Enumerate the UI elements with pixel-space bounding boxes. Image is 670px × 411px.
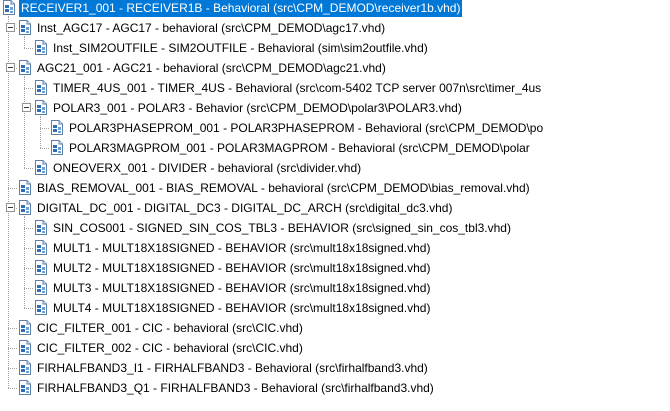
vhdl-file-icon	[34, 80, 48, 95]
vhdl-file-icon	[34, 280, 48, 295]
collapse-minus-icon[interactable]	[6, 23, 15, 32]
collapse-minus-icon[interactable]	[6, 63, 15, 72]
vhdl-file-icon	[34, 240, 48, 255]
vhdl-file-icon	[18, 380, 32, 395]
tree-item-cic-filter-002[interactable]: CIC_FILTER_002 - CIC - behavioral (src\C…	[0, 339, 670, 357]
collapse-minus-icon[interactable]	[22, 103, 31, 112]
vhdl-file-icon	[34, 260, 48, 275]
hierarchy-tree[interactable]: RECEIVER1_001 - RECEIVER1B - Behavioral …	[0, 0, 670, 411]
tree-item-mult3[interactable]: MULT3 - MULT18X18SIGNED - BEHAVIOR (src\…	[0, 279, 670, 297]
tree-item-label: POLAR3MAGPROM_001 - POLAR3MAGPROM - Beha…	[69, 141, 530, 155]
collapse-minus-icon[interactable]	[6, 203, 15, 212]
tree-item-agc21-001[interactable]: AGC21_001 - AGC21 - behavioral (src\CPM_…	[0, 59, 670, 77]
tree-item-polar3magprom-001[interactable]: POLAR3MAGPROM_001 - POLAR3MAGPROM - Beha…	[0, 139, 670, 157]
tree-item-timer-4us-001[interactable]: TIMER_4US_001 - TIMER_4US - Behavioral (…	[0, 79, 670, 97]
vhdl-file-icon	[2, 0, 16, 15]
tree-item-sin-cos001[interactable]: SIN_COS001 - SIGNED_SIN_COS_TBL3 - BEHAV…	[0, 219, 670, 237]
vhdl-file-icon	[50, 120, 64, 135]
tree-item-label: DIGITAL_DC_001 - DIGITAL_DC3 - DIGITAL_D…	[37, 201, 453, 215]
tree-item-oneoverx-001[interactable]: ONEOVERX_001 - DIVIDER - behavioral (src…	[0, 159, 670, 177]
vhdl-file-icon	[34, 300, 48, 315]
tree-item-label: CIC_FILTER_001 - CIC - behavioral (src\C…	[37, 321, 303, 335]
tree-item-polar3-001[interactable]: POLAR3_001 - POLAR3 - Behavior (src\CPM_…	[0, 99, 670, 117]
tree-item-label: Inst_AGC17 - AGC17 - behavioral (src\CPM…	[37, 21, 386, 35]
tree-item-mult2[interactable]: MULT2 - MULT18X18SIGNED - BEHAVIOR (src\…	[0, 259, 670, 277]
tree-item-polar3phaseprom-001[interactable]: POLAR3PHASEPROM_001 - POLAR3PHASEPROM - …	[0, 119, 670, 137]
vhdl-file-icon	[18, 20, 32, 35]
tree-item-inst-agc17[interactable]: Inst_AGC17 - AGC17 - behavioral (src\CPM…	[0, 19, 670, 37]
tree-item-label: AGC21_001 - AGC21 - behavioral (src\CPM_…	[37, 61, 386, 75]
tree-item-label: SIN_COS001 - SIGNED_SIN_COS_TBL3 - BEHAV…	[53, 221, 511, 235]
tree-item-mult4[interactable]: MULT4 - MULT18X18SIGNED - BEHAVIOR (src\…	[0, 299, 670, 317]
vhdl-file-icon	[18, 200, 32, 215]
tree-item-label: MULT3 - MULT18X18SIGNED - BEHAVIOR (src\…	[53, 281, 431, 295]
vhdl-file-icon	[34, 220, 48, 235]
tree-item-label: TIMER_4US_001 - TIMER_4US - Behavioral (…	[53, 81, 542, 95]
tree-item-label: FIRHALFBAND3_Q1 - FIRHALFBAND3 - Behavio…	[37, 381, 434, 395]
tree-item-firhalfband3-q1[interactable]: FIRHALFBAND3_Q1 - FIRHALFBAND3 - Behavio…	[0, 379, 670, 397]
vhdl-file-icon	[18, 180, 32, 195]
vhdl-file-icon	[50, 140, 64, 155]
tree-item-receiver1-001[interactable]: RECEIVER1_001 - RECEIVER1B - Behavioral …	[0, 0, 670, 17]
tree-item-mult1[interactable]: MULT1 - MULT18X18SIGNED - BEHAVIOR (src\…	[0, 239, 670, 257]
tree-item-label: MULT2 - MULT18X18SIGNED - BEHAVIOR (src\…	[53, 261, 431, 275]
vhdl-file-icon	[34, 160, 48, 175]
tree-item-label: POLAR3_001 - POLAR3 - Behavior (src\CPM_…	[53, 101, 462, 115]
tree-item-inst-sim2outfile[interactable]: Inst_SIM2OUTFILE - SIM2OUTFILE - Behavio…	[0, 39, 670, 57]
vhdl-file-icon	[18, 340, 32, 355]
tree-item-label: FIRHALFBAND3_I1 - FIRHALFBAND3 - Behavio…	[37, 361, 428, 375]
tree-item-label: Inst_SIM2OUTFILE - SIM2OUTFILE - Behavio…	[53, 41, 428, 55]
tree-item-label: CIC_FILTER_002 - CIC - behavioral (src\C…	[37, 341, 303, 355]
tree-item-digital-dc-001[interactable]: DIGITAL_DC_001 - DIGITAL_DC3 - DIGITAL_D…	[0, 199, 670, 217]
tree-item-firhalfband3-i1[interactable]: FIRHALFBAND3_I1 - FIRHALFBAND3 - Behavio…	[0, 359, 670, 377]
tree-item-label: MULT1 - MULT18X18SIGNED - BEHAVIOR (src\…	[53, 241, 431, 255]
vhdl-file-icon	[18, 320, 32, 335]
vhdl-file-icon	[34, 100, 48, 115]
tree-item-label: BIAS_REMOVAL_001 - BIAS_REMOVAL - behavi…	[37, 181, 530, 195]
vhdl-file-icon	[18, 60, 32, 75]
tree-item-label: ONEOVERX_001 - DIVIDER - behavioral (src…	[53, 161, 362, 175]
tree-item-label: POLAR3PHASEPROM_001 - POLAR3PHASEPROM - …	[69, 121, 544, 135]
tree-item-cic-filter-001[interactable]: CIC_FILTER_001 - CIC - behavioral (src\C…	[0, 319, 670, 337]
vhdl-file-icon	[34, 40, 48, 55]
tree-item-label: MULT4 - MULT18X18SIGNED - BEHAVIOR (src\…	[53, 301, 431, 315]
vhdl-file-icon	[18, 360, 32, 375]
tree-item-label: RECEIVER1_001 - RECEIVER1B - Behavioral …	[19, 0, 463, 17]
tree-item-bias-removal-001[interactable]: BIAS_REMOVAL_001 - BIAS_REMOVAL - behavi…	[0, 179, 670, 197]
